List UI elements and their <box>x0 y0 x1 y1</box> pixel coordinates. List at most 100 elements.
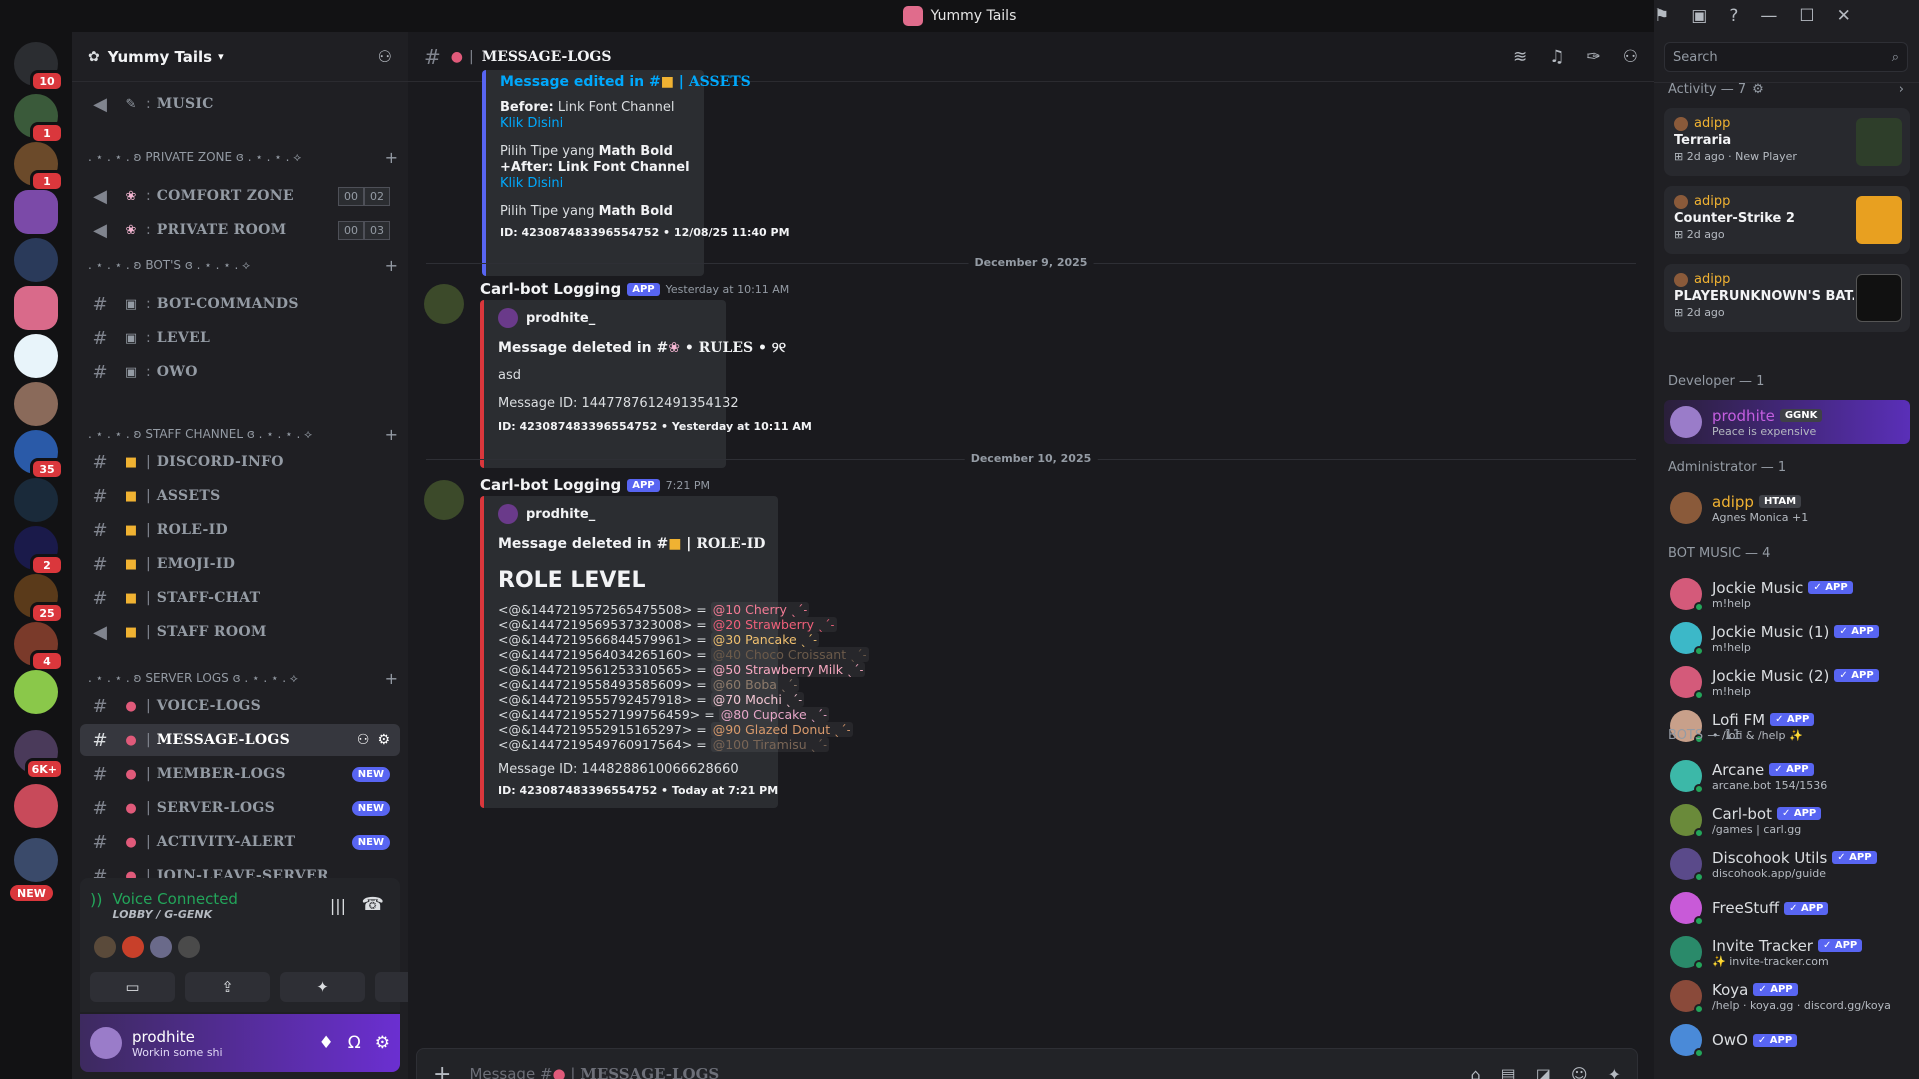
channel-level[interactable]: # ▣: LEVEL <box>80 322 400 354</box>
member-item[interactable]: Discohook Utils ✓ APP discohook.app/guide <box>1664 842 1910 886</box>
server-icon[interactable]: 35 <box>14 430 64 480</box>
add-channel-icon[interactable]: + <box>385 669 398 688</box>
avatar[interactable] <box>178 936 200 958</box>
member-item[interactable]: Jockie Music (1) ✓ APP m!help <box>1664 616 1910 660</box>
role-mention[interactable]: @40 Choco Croissant ˎˊ˗ <box>710 647 869 662</box>
gear-icon[interactable]: ⚙ <box>1752 82 1764 97</box>
help-icon[interactable]: ? <box>1729 6 1738 26</box>
avatar[interactable] <box>90 1027 122 1059</box>
channel-member-logs[interactable]: # ● | MEMBER-LOGS NEW <box>80 758 400 790</box>
notification-bell-icon[interactable]: ♫ <box>1549 47 1564 67</box>
minimize-icon[interactable]: — <box>1760 6 1777 26</box>
add-attachment-icon[interactable]: + <box>433 1062 451 1079</box>
channel-discord-info[interactable]: # ■ | DISCORD-INFO <box>80 446 400 478</box>
emoji-icon[interactable]: ☺ <box>1571 1065 1588 1079</box>
message-input[interactable]: Message #● | MESSAGE-LOGS <box>469 1065 719 1079</box>
headphones-icon[interactable]: Ω <box>348 1033 361 1053</box>
channel-owo[interactable]: # ▣: OWO <box>80 356 400 388</box>
gift-icon[interactable]: ⌂ <box>1471 1065 1481 1079</box>
member-item[interactable]: Jockie Music ✓ APP m!help <box>1664 572 1910 616</box>
channel-music[interactable]: ◀ ✎: MUSIC <box>80 88 400 120</box>
server-icon[interactable]: 1 <box>14 94 64 144</box>
avatar[interactable] <box>122 936 144 958</box>
activities-button[interactable]: ✦ <box>280 972 365 1002</box>
channel-activity-alert[interactable]: # ● | ACTIVITY-ALERT NEW <box>80 826 400 858</box>
member-item[interactable]: prodhite GGNK Peace is expensive <box>1664 400 1910 444</box>
message-author[interactable]: Carl-bot Logging <box>480 476 621 494</box>
member-item[interactable]: FreeStuff ✓ APP <box>1664 886 1910 930</box>
sticker-icon[interactable]: ◪ <box>1536 1065 1551 1079</box>
server-icon[interactable]: 4 <box>14 622 64 672</box>
role-mention[interactable]: @60 Boba ˎˊ˗ <box>710 677 800 692</box>
category-private-zone[interactable]: . ⋆ . ⋆ . ʚ PRIVATE ZONE ɞ . ⋆ . ⋆ . ⟡ + <box>88 147 398 167</box>
direct-messages-button[interactable]: 10 <box>14 42 64 92</box>
avatar[interactable] <box>150 936 172 958</box>
noise-suppression-icon[interactable]: ||| <box>330 896 346 915</box>
link[interactable]: Klik Disini <box>500 116 563 131</box>
server-icon[interactable] <box>14 190 58 234</box>
role-mention[interactable]: @30 Pancake ˎˊ˗ <box>710 632 820 647</box>
chevron-right-icon[interactable]: › <box>1899 82 1904 97</box>
category-server-logs[interactable]: . ⋆ . ⋆ . ʚ SERVER LOGS ɞ . ⋆ . ⋆ . ⟡ + <box>88 668 398 688</box>
search-input[interactable]: Search ⌕ <box>1664 42 1908 72</box>
server-icon[interactable] <box>14 238 58 282</box>
member-item[interactable]: Carl-bot ✓ APP/games | carl.gg <box>1664 798 1910 842</box>
channel-assets[interactable]: # ■ | ASSETS <box>80 480 400 512</box>
server-icon[interactable] <box>14 334 58 378</box>
message-composer[interactable]: + Message #● | MESSAGE-LOGS ⌂ ▤ ◪ ☺ ✦ <box>416 1048 1638 1079</box>
role-mention[interactable]: @10 Cherry ˎˊ˗ <box>710 602 810 617</box>
member-item[interactable]: Invite Tracker ✓ APP ✨ invite-tracker.com <box>1664 930 1910 974</box>
server-icon[interactable]: 6K+ <box>14 730 64 780</box>
invite-icon[interactable]: ⚇ <box>357 732 370 748</box>
role-mention[interactable]: @20 Strawberry ˎˊ˗ <box>710 617 837 632</box>
role-mention[interactable]: @50 Strawberry Milk ˎˊ˗ <box>710 662 866 677</box>
activity-card[interactable]: adipp Counter-Strike 2 ⊞ 2d ago <box>1664 186 1910 254</box>
server-icon[interactable] <box>14 838 58 882</box>
gif-icon[interactable]: ▤ <box>1501 1065 1516 1079</box>
member-list-icon[interactable]: ⚇ <box>1623 47 1638 67</box>
member-item[interactable]: adipp HTAM Agnes Monica +1 <box>1664 486 1910 530</box>
invite-icon[interactable]: ⚇ <box>378 47 392 66</box>
server-icon[interactable]: 1 <box>14 142 64 192</box>
channel-server-logs[interactable]: # ● | SERVER-LOGS NEW <box>80 792 400 824</box>
username[interactable]: prodhite <box>132 1028 223 1046</box>
gear-icon[interactable]: ⚙ <box>375 1033 390 1053</box>
role-mention[interactable]: @70 Mochi ˎˊ˗ <box>710 692 805 707</box>
channel-staff-chat[interactable]: # ■ | STAFF-CHAT <box>80 582 400 614</box>
channel-private-room[interactable]: ◀ ❀: PRIVATE ROOM 00 03 <box>80 214 400 246</box>
category-bots[interactable]: . ⋆ . ⋆ . ʚ BOT'S ɞ . ⋆ . ⋆ . ⟡ + <box>88 255 398 275</box>
server-icon[interactable] <box>14 478 58 522</box>
inbox-icon[interactable]: ▣ <box>1691 6 1707 26</box>
member-item[interactable]: Arcane ✓ APP arcane.bot 154/1536 <box>1664 754 1910 798</box>
flag-icon[interactable]: ⚑ <box>1654 6 1669 26</box>
activity-card[interactable]: adipp Terraria ⊞ 2d ago · New Player <box>1664 108 1910 176</box>
server-icon-active[interactable] <box>14 286 58 330</box>
voice-location[interactable]: LOBBY / G-GENK <box>112 908 237 921</box>
add-channel-icon[interactable]: + <box>385 425 398 444</box>
avatar[interactable] <box>424 284 464 324</box>
close-icon[interactable]: ✕ <box>1837 6 1851 26</box>
role-mention[interactable]: @90 Glazed Donut ˎˊ˗ <box>710 722 853 737</box>
member-item[interactable]: Koya ✓ APP/help · koya.gg · discord.gg/ko… <box>1664 974 1910 1018</box>
server-header[interactable]: ✿ Yummy Tails ▾ ⚇ <box>72 32 408 82</box>
server-icon[interactable] <box>14 382 58 426</box>
gear-icon[interactable]: ⚙ <box>377 732 390 748</box>
camera-button[interactable]: ▭ <box>90 972 175 1002</box>
add-channel-icon[interactable]: + <box>385 148 398 167</box>
channel-role-id[interactable]: # ■ | ROLE-ID <box>80 514 400 546</box>
pin-icon[interactable]: ✑ <box>1587 47 1601 67</box>
channel-bot-commands[interactable]: # ▣: BOT-COMMANDS <box>80 288 400 320</box>
member-item[interactable]: Jockie Music (2) ✓ APP m!help <box>1664 660 1910 704</box>
add-channel-icon[interactable]: + <box>385 256 398 275</box>
activity-card[interactable]: adipp PLAYERUNKNOWN'S BAT... ⊞ 2d ago <box>1664 264 1910 332</box>
channel-message-logs[interactable]: # ● | MESSAGE-LOGS ⚇ ⚙ <box>80 724 400 756</box>
role-mention[interactable]: @100 Tiramisu ˎˊ˗ <box>710 737 830 752</box>
role-mention[interactable]: @80 Cupcake ˎˊ˗ <box>718 707 830 722</box>
threads-icon[interactable]: ≋ <box>1513 47 1527 67</box>
channel-emoji-id[interactable]: # ■ | EMOJI-ID <box>80 548 400 580</box>
link[interactable]: Klik Disini <box>500 176 563 191</box>
avatar[interactable] <box>424 480 464 520</box>
server-icon[interactable] <box>14 670 58 714</box>
channel-comfort-zone[interactable]: ◀ ❀: COMFORT ZONE 00 02 <box>80 180 400 212</box>
screen-share-button[interactable]: ⇪ <box>185 972 270 1002</box>
